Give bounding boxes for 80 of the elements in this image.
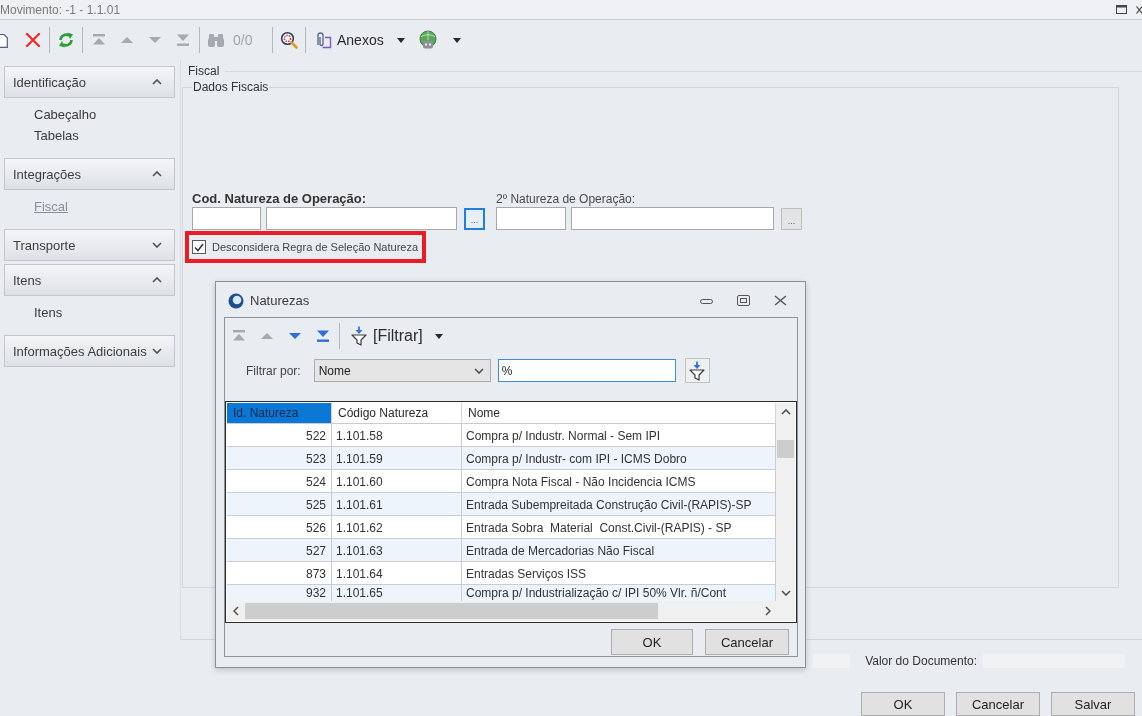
table-cell: 873 — [227, 562, 332, 584]
filter-menu-button[interactable]: [Filtrar] — [350, 322, 447, 350]
table-cell: 1.101.61 — [332, 493, 462, 515]
minimize-icon[interactable] — [700, 297, 713, 304]
magnifier-icon[interactable] — [280, 31, 298, 49]
table-cell: 522 — [227, 424, 332, 446]
close-icon[interactable] — [1136, 5, 1142, 14]
group-header[interactable]: Identificação — [4, 66, 175, 98]
action-button[interactable]: OK — [861, 692, 945, 716]
group-title: Identificação — [13, 74, 86, 90]
group-header[interactable]: Integrações — [4, 158, 175, 190]
caret-icon[interactable] — [434, 333, 443, 339]
table-cell: 1.101.62 — [332, 516, 462, 538]
group-header[interactable]: Transporte — [4, 229, 175, 261]
cross-icon[interactable] — [25, 32, 41, 48]
nav-link[interactable]: Cabeçalho — [34, 104, 97, 125]
group-header[interactable]: Informações Adicionais — [4, 335, 175, 367]
table-cell: 1.101.64 — [332, 562, 462, 584]
table-cell: 1.101.58 — [332, 424, 462, 446]
scroll-right-icon[interactable] — [764, 606, 771, 616]
description-input[interactable] — [571, 207, 774, 230]
filter-input[interactable]: % — [497, 359, 676, 382]
ring-icon — [228, 292, 244, 309]
scroll-up-icon[interactable] — [780, 408, 791, 415]
total-label: Valor do Documento: — [865, 654, 977, 668]
apply-filter-button[interactable] — [684, 358, 710, 383]
description-input[interactable] — [266, 207, 457, 230]
funnel-icon — [350, 326, 368, 346]
table-cell: 523 — [227, 447, 332, 469]
table-cell: 1.101.60 — [332, 470, 462, 492]
action-button[interactable]: Salvar — [1051, 692, 1135, 716]
field-label: 2º Natureza de Operação: — [496, 191, 637, 207]
group-header[interactable]: Itens — [4, 264, 175, 296]
horizontal-scrollbar[interactable] — [227, 601, 795, 621]
dialog-title: Naturezas — [250, 293, 310, 308]
restore-icon[interactable] — [737, 295, 750, 306]
table-cell: 1.101.59 — [332, 447, 462, 469]
globe-icon — [417, 30, 438, 50]
scroll-left-icon[interactable] — [232, 606, 239, 616]
field-label: Cod. Natureza de Operação: — [192, 191, 368, 207]
table-cell: 525 — [227, 493, 332, 515]
group-title: Informações Adicionais — [13, 343, 147, 359]
code-input[interactable] — [496, 207, 566, 230]
filter-label: Filtrar por: — [246, 363, 301, 378]
table-cell: 526 — [227, 516, 332, 538]
group-title: Itens — [13, 272, 42, 288]
restore-icon[interactable] — [1116, 5, 1127, 14]
table-cell: 1.101.63 — [332, 539, 462, 561]
scroll-thumb[interactable] — [777, 440, 794, 458]
vertical-scrollbar[interactable] — [776, 403, 795, 601]
document-icon[interactable] — [0, 31, 8, 49]
close-icon[interactable] — [774, 295, 787, 306]
code-input[interactable] — [192, 207, 261, 230]
dialog-button[interactable]: OK — [611, 629, 693, 655]
caret-icon[interactable] — [452, 37, 461, 43]
chevron-down-icon[interactable] — [473, 367, 484, 374]
nav-link[interactable]: Itens — [34, 302, 63, 323]
record-counter: 0/0 — [232, 32, 254, 48]
action-button[interactable]: Cancelar — [956, 692, 1040, 716]
caret-icon[interactable] — [396, 37, 405, 43]
paperclip-icon — [314, 31, 332, 49]
window-title: Movimento: -1 - 1.1.01 — [0, 2, 121, 17]
dialog-button[interactable]: Cancelar — [705, 629, 789, 655]
checkbox-label: Desconsidera Regra de Seleção Natureza — [212, 241, 419, 253]
lookup-button[interactable]: ... — [464, 207, 485, 230]
scroll-thumb[interactable] — [245, 603, 658, 619]
group-title: Dados Fiscais — [192, 80, 270, 94]
refresh-icon[interactable] — [57, 31, 75, 49]
group-title: Transporte — [13, 237, 76, 253]
scroll-down-icon[interactable] — [780, 589, 791, 596]
group-title: Integrações — [13, 166, 81, 182]
checkbox[interactable] — [192, 240, 206, 254]
section-title: Fiscal — [188, 65, 220, 77]
lookup-button[interactable]: ... — [781, 207, 802, 230]
nav-link[interactable]: Tabelas — [34, 125, 79, 146]
table-cell: 524 — [227, 470, 332, 492]
funnel-icon — [688, 360, 707, 381]
attachments-button[interactable]: Anexos — [308, 26, 409, 54]
table-cell: 527 — [227, 539, 332, 561]
filter-field-dropdown[interactable]: Nome — [313, 359, 491, 382]
